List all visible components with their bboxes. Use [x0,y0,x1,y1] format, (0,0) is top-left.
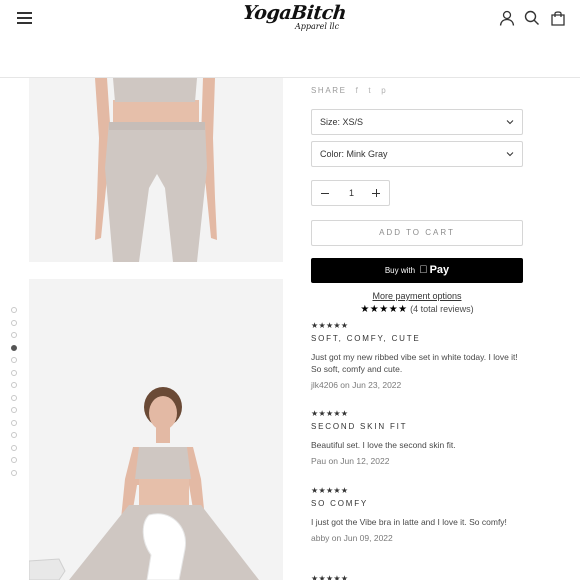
twitter-icon[interactable]: t [368,86,372,95]
gallery-dot[interactable] [11,357,17,363]
gallery-dot[interactable] [11,382,17,388]
size-select-value: Size: XS/S [320,117,364,127]
gallery-dot[interactable] [11,319,17,326]
facebook-icon[interactable]: f [356,86,360,95]
search-icon[interactable] [524,10,540,26]
color-select-value: Color: Mink Gray [320,149,388,159]
account-icon[interactable] [499,10,515,26]
review-stars: ★★★★★ [311,321,349,330]
gallery-dot[interactable] [11,307,17,313]
quantity-increase-button[interactable] [363,181,389,205]
logo-wordmark: YogaBitch [241,2,348,24]
gallery-dot[interactable] [11,457,17,463]
gallery-dot[interactable] [11,407,17,413]
review-count: (4 total reviews) [410,304,474,314]
review-stars: ★★★★★ [311,486,349,495]
review-item: ★★★★★ [311,574,523,580]
gallery-dot[interactable] [11,369,17,376]
review-body: I just got the Vibe bra in latte and I l… [311,517,507,527]
pinterest-icon[interactable]: p [381,86,387,95]
site-logo[interactable]: YogaBitch Apparel llc [242,2,347,34]
review-author-date: abby on Jun 09, 2022 [311,533,393,543]
color-select[interactable]: Color: Mink Gray [311,141,523,167]
cart-icon[interactable] [550,10,566,26]
share-label: SHARE [311,86,347,95]
add-to-cart-button[interactable]: ADD TO CART [311,220,523,246]
product-photo-leggings[interactable] [29,78,283,262]
rating-stars: ★★★★★ [360,304,408,315]
review-title: SOFT, COMFY, CUTE [311,334,421,343]
size-select[interactable]: Size: XS/S [311,109,523,135]
gallery-pagination [11,307,19,482]
product-photo-model-seated[interactable] [29,279,283,580]
gallery-dot[interactable] [11,432,17,438]
chevron-down-icon [506,120,514,125]
share-bar: SHARE f t p [311,86,387,95]
gallery-dot[interactable] [11,394,17,401]
buy-with-label: Buy with [384,266,416,275]
review-body: Just got my new ribbed vibe set in white… [311,352,518,374]
review-author-date: jlk4206 on Jun 23, 2022 [311,380,402,390]
review-item: ★★★★★ SO COMFY I just got the Vibe bra i… [311,486,523,543]
menu-icon[interactable] [17,12,33,24]
logo-subtitle: Apparel llc [295,22,340,31]
review-stars: ★★★★★ [311,409,349,418]
review-body: Beautiful set. I love the second skin fi… [311,440,456,450]
quantity-value[interactable]: 1 [338,181,365,205]
quantity-decrease-button[interactable] [312,181,338,205]
chevron-down-icon [506,152,514,157]
gallery-dot[interactable] [11,332,17,338]
gallery-dot[interactable] [11,444,17,451]
gallery-dot[interactable] [11,469,17,476]
review-item: ★★★★★ SECOND SKIN FIT Beautiful set. I l… [311,409,523,466]
review-title: SO COMFY [311,499,369,508]
review-stars: ★★★★★ [311,574,349,580]
review-item: ★★★★★ SOFT, COMFY, CUTE Just got my new … [311,321,523,390]
more-payment-options: More payment options [311,291,523,301]
gallery-dot[interactable] [11,344,17,351]
product-gallery [29,0,283,580]
apple-pay-button[interactable]: Buy with Pay [311,258,523,283]
site-header: YogaBitch Apparel llc [0,0,580,78]
apple-icon:  [419,264,427,276]
apple-pay-label: Pay [425,264,450,276]
more-payment-options-link[interactable]: More payment options [372,291,461,301]
reviews-summary[interactable]: ★★★★★ (4 total reviews) [311,304,523,315]
review-title: SECOND SKIN FIT [311,422,408,431]
review-author-date: Pau on Jun 12, 2022 [311,456,390,466]
gallery-dot[interactable] [11,419,17,426]
quantity-stepper: 1 [311,180,390,206]
